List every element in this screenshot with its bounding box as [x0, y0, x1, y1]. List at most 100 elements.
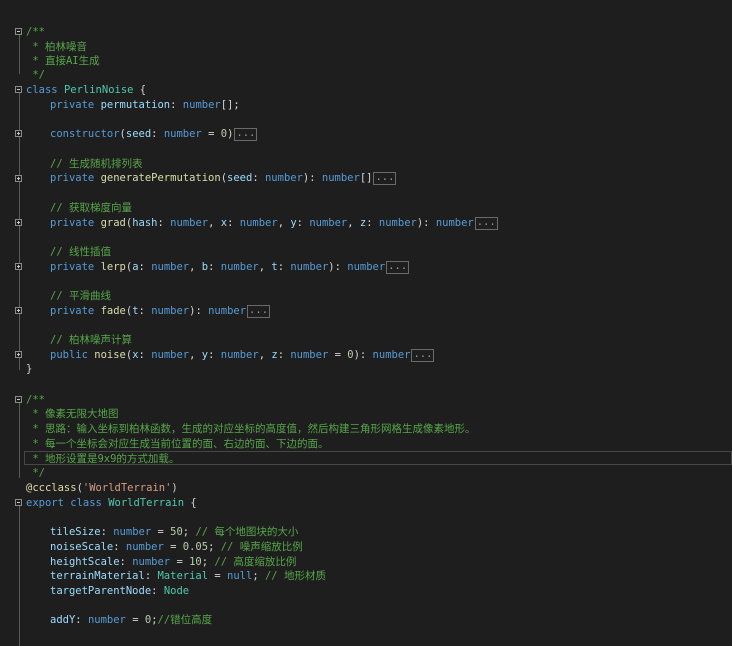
type: number	[182, 99, 221, 111]
collapse-icon[interactable]	[15, 396, 22, 403]
expand-icon[interactable]	[15, 130, 22, 137]
type: number	[132, 556, 171, 568]
expand-icon[interactable]	[15, 307, 22, 314]
decorator: @ccclass	[26, 482, 77, 494]
param: y	[201, 349, 209, 361]
fold-guide	[19, 402, 20, 478]
code-line: private generatePermutation(seed: number…	[50, 170, 397, 185]
identifier: terrainMaterial	[50, 570, 145, 582]
code-line: */	[26, 467, 45, 479]
param: z	[271, 349, 278, 361]
code-line: addY: number = 0;//错位高度	[50, 614, 213, 626]
code-line: private grad(hash: number, x: number, y:…	[50, 215, 498, 230]
number-literal: 50	[170, 526, 183, 538]
param: hash	[132, 217, 158, 229]
code-line: tileSize: number = 50; // 每个地图块的大小	[50, 526, 299, 538]
code-line: // 平滑曲线	[50, 290, 111, 302]
type: number	[170, 217, 209, 229]
collapsed-region[interactable]: ...	[373, 171, 397, 185]
expand-icon[interactable]	[15, 351, 22, 358]
expand-icon[interactable]	[15, 219, 22, 226]
expand-icon[interactable]	[15, 175, 22, 182]
collapsed-region[interactable]: ...	[386, 260, 410, 274]
type: number	[239, 217, 278, 229]
function-name: generatePermutation	[100, 172, 221, 184]
type: number	[378, 217, 417, 229]
type: Node	[163, 585, 190, 597]
code-line: export class WorldTerrain {	[26, 496, 197, 510]
collapse-icon[interactable]	[15, 28, 22, 35]
code-line: targetParentNode: Node	[50, 585, 190, 597]
keyword: private	[50, 217, 95, 229]
identifier: heightScale	[50, 556, 120, 568]
type: number	[220, 349, 259, 361]
type: number	[151, 261, 190, 273]
null-literal: null	[227, 570, 253, 582]
collapse-icon[interactable]	[15, 86, 22, 93]
keyword: private	[50, 99, 95, 111]
identifier: tileSize	[50, 526, 101, 538]
param: z	[359, 217, 367, 229]
type: number	[113, 526, 152, 538]
identifier: targetParentNode	[50, 585, 152, 597]
collapse-icon[interactable]	[15, 499, 22, 506]
keyword: private	[50, 305, 95, 317]
code-line: // 获取梯度向量	[50, 202, 132, 214]
token: =	[201, 128, 221, 140]
code-editor[interactable]: /** * 柏林噪音 * 直接AI生成 */ class PerlinNoise…	[0, 0, 732, 646]
code-line: * 柏林噪音	[26, 41, 87, 53]
param: seed	[125, 128, 152, 140]
keyword: constructor	[50, 128, 120, 140]
type: number	[372, 349, 411, 361]
code-line: public noise(x: number, y: number, z: nu…	[50, 347, 435, 362]
code-line: /**	[26, 394, 45, 406]
token: )	[227, 128, 234, 140]
class-name: WorldTerrain	[108, 497, 185, 509]
code-line: */	[26, 69, 45, 81]
code-line: noiseScale: number = 0.05; // 噪声缩放比例	[50, 541, 303, 553]
identifier: permutation	[100, 99, 171, 111]
code-line: constructor(seed: number = 0)...	[50, 126, 258, 141]
code-line: // 生成随机排列表	[50, 158, 143, 170]
type: number	[321, 172, 360, 184]
code-line: }	[26, 363, 33, 375]
function-name: noise	[94, 349, 126, 361]
comment: // 地形材质	[264, 570, 326, 582]
code-line: * 直接AI生成	[26, 55, 100, 67]
code-line: class PerlinNoise {	[26, 83, 146, 97]
type: number	[347, 261, 386, 273]
code-line: private permutation: number[];	[50, 99, 240, 111]
number-literal: 0.05	[182, 541, 209, 553]
comment: // 噪声缩放比例	[220, 541, 303, 553]
keyword: private	[50, 261, 95, 273]
collapsed-region[interactable]: ...	[474, 216, 498, 230]
param: a	[132, 261, 139, 273]
code-line: * 像素无限大地图	[26, 408, 119, 420]
class-name: PerlinNoise	[63, 84, 134, 96]
param: x	[220, 217, 228, 229]
type: number	[87, 614, 126, 626]
keyword: export	[26, 497, 64, 509]
code-line: /**	[26, 26, 45, 38]
param: b	[201, 261, 209, 273]
code-line: heightScale: number = 10; // 高度缩放比例	[50, 556, 297, 568]
collapsed-region[interactable]: ...	[247, 304, 271, 318]
param: y	[290, 217, 297, 229]
fold-guide	[19, 506, 20, 646]
type: Material	[157, 570, 209, 582]
number-literal: 10	[189, 556, 202, 568]
param: x	[132, 349, 139, 361]
collapsed-region[interactable]: ...	[411, 348, 435, 362]
keyword: class	[26, 84, 58, 96]
code-line: // 柏林噪声计算	[50, 334, 132, 346]
identifier: noiseScale	[50, 541, 114, 553]
code-line: @ccclass('WorldTerrain')	[26, 482, 178, 494]
expand-icon[interactable]	[15, 263, 22, 270]
number-literal: 0	[347, 349, 354, 361]
type: number	[290, 261, 329, 273]
keyword: private	[50, 172, 95, 184]
type: number	[151, 349, 190, 361]
collapsed-region[interactable]: ...	[234, 127, 258, 141]
type: number	[151, 305, 190, 317]
token: {	[133, 84, 147, 96]
